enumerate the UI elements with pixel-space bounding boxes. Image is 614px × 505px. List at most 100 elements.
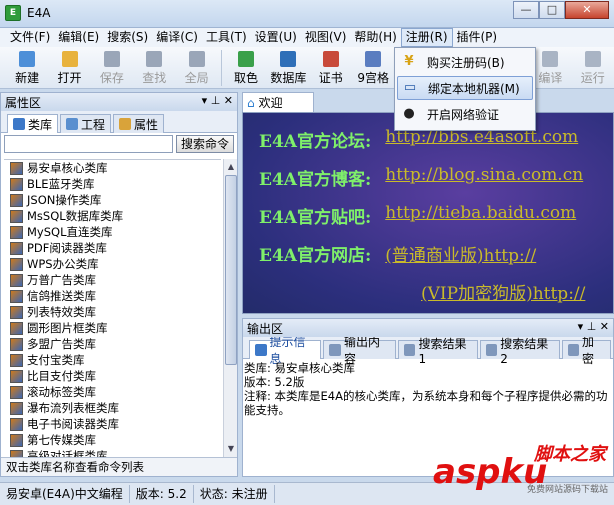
toolbar-button-0[interactable]: 新建 [6,47,48,89]
library-item-icon [10,417,23,431]
toolbar-button-4[interactable]: 全局 [176,47,218,89]
library-list-item[interactable]: 易安卓核心类库 [4,160,221,176]
toolbar-label: 新建 [15,70,40,85]
tab-properties-label: 属性 [134,117,159,132]
toolbar-button-2[interactable]: 保存 [91,47,133,89]
toolbar-button-5[interactable]: 取色 [225,47,267,89]
menu-register[interactable]: 注册(R) [400,28,453,47]
welcome-link[interactable]: http://tieba.baidu.com [385,203,576,229]
minimize-button[interactable]: — [513,1,539,19]
pane-pin-controls[interactable]: ▾ ⊥ ✕ [202,94,233,107]
library-scrollbar[interactable]: ▲ ▼ [223,159,237,457]
menu-help[interactable]: 帮助(H) [350,28,400,47]
output-tab-icon [485,344,498,356]
library-list-item[interactable]: 电子书阅读器类库 [4,416,221,432]
save-icon [103,50,120,67]
library-item-icon [10,225,23,239]
menu-settings[interactable]: 设置(U) [251,28,301,47]
status-registration: 状态: 未注册 [194,485,275,503]
library-list-item[interactable]: 多盟广告类库 [4,336,221,352]
property-pane-hint: 双击类库名称查看命令列表 [1,457,237,476]
scroll-thumb[interactable] [225,175,237,365]
menu-plugins[interactable]: 插件(P) [453,28,502,47]
library-item-label: 易安卓核心类库 [27,161,108,175]
toolbar-button-8[interactable]: 9宫格 [352,47,394,89]
library-item-label: 圆形图片框类库 [27,321,108,335]
library-list-item[interactable]: 信鸽推送类库 [4,288,221,304]
library-item-icon [10,449,23,457]
qq-penguin-icon: ● [403,106,415,121]
welcome-link-row: E4A官方贴吧: http://tieba.baidu.com [259,203,576,229]
output-text: 类库: 易安卓核心类库 版本: 5.2版 注释: 本类库是E4A的核心类库，为系统本… [243,359,613,419]
welcome-link[interactable]: (普通商业版)http:// [385,241,536,267]
toolbar-button-1[interactable]: 打开 [48,47,90,89]
toolbar-right-button-1[interactable]: 运行 [572,47,614,89]
tab-welcome[interactable]: ⌂ 欢迎 [242,92,314,112]
tab-project[interactable]: 工程 [60,114,112,133]
library-list-item[interactable]: WPS办公类库 [4,256,221,272]
library-list-item[interactable]: MsSQL数据库类库 [4,208,221,224]
toolbar-label: 编译 [538,70,563,85]
library-item-label: MsSQL数据库类库 [27,209,124,223]
tab-libraries[interactable]: 类库 [7,114,59,133]
menu-tools[interactable]: 工具(T) [202,28,251,47]
output-tab[interactable]: 搜索结果2 [479,337,560,366]
maximize-button[interactable]: □ [539,1,565,19]
run-icon [584,50,601,67]
welcome-link[interactable]: http://blog.sina.com.cn [385,165,583,191]
close-button[interactable]: ✕ [565,1,609,19]
output-tab-label: 加密 [582,335,595,366]
library-list-item[interactable]: 支付宝类库 [4,352,221,368]
library-list-item[interactable]: BLE蓝牙类库 [4,176,221,192]
library-item-icon [10,385,23,399]
scroll-down-icon[interactable]: ▼ [225,442,237,456]
tab-properties[interactable]: 属性 [113,114,165,133]
buy-license-menu-item[interactable]: ¥ 购买注册码(B) [397,50,533,74]
scroll-up-icon[interactable]: ▲ [225,160,237,174]
library-list-item[interactable]: 瀑布流列表框类库 [4,400,221,416]
menu-compile[interactable]: 编译(C) [152,28,202,47]
library-list-item[interactable]: 高级对话框类库 [4,448,221,457]
library-list-item[interactable]: JSON操作类库 [4,192,221,208]
watermark-caption: 免费网站源码下载站 [526,485,608,495]
library-list-item[interactable]: MySQL直连类库 [4,224,221,240]
toolbar-button-7[interactable]: 证书 [310,47,352,89]
menu-edit[interactable]: 编辑(E) [54,28,103,47]
menu-search[interactable]: 搜索(S) [103,28,152,47]
network-verify-menu-item[interactable]: ● 开启网络验证 [397,102,533,126]
welcome-link-label: E4A官方论坛: [259,132,372,152]
output-tab[interactable]: 输出内容 [323,335,396,366]
tab-welcome-label: 欢迎 [258,96,283,110]
search-command-button[interactable]: 搜索命令 [175,135,234,153]
toolbar-button-3[interactable]: 查找 [133,47,175,89]
output-tab[interactable]: 加密 [561,335,612,366]
menu-file[interactable]: 文件(F) [6,28,54,47]
library-list-item[interactable]: 比目支付类库 [4,368,221,384]
tab-libraries-label: 类库 [28,117,53,132]
output-pane-header: 输出区 ▾ ⊥ ✕ [243,319,613,337]
menu-view[interactable]: 视图(V) [301,28,351,47]
library-item-label: MySQL直连类库 [27,225,113,239]
library-list-item[interactable]: 列表特效类库 [4,304,221,320]
library-list-item[interactable]: PDF阅读器类库 [4,240,221,256]
network-verify-label: 开启网络验证 [427,107,500,122]
output-pin-controls[interactable]: ▾ ⊥ ✕ [578,320,609,333]
bind-machine-label: 绑定本地机器(M) [428,81,520,96]
library-list-item[interactable]: 第七传媒类库 [4,432,221,448]
library-item-icon [10,401,23,415]
welcome-link-label [259,279,407,305]
command-search-input[interactable] [4,135,173,153]
toolbar-label: 打开 [57,70,82,85]
welcome-link[interactable]: (VIP加密狗版)http:// [421,279,585,305]
toolbar-button-6[interactable]: 数据库 [267,47,309,89]
library-item-label: JSON操作类库 [27,193,102,207]
library-item-label: BLE蓝牙类库 [27,177,95,191]
computer-icon: ▭ [403,80,417,95]
output-tab[interactable]: 提示信息 [249,335,322,366]
output-tab[interactable]: 搜索结果1 [397,337,478,366]
library-list-item[interactable]: 圆形图片框类库 [4,320,221,336]
register-dropdown-menu: ¥ 购买注册码(B) ▭ 绑定本地机器(M) ● 开启网络验证 [394,47,536,131]
library-list-item[interactable]: 滚动标签类库 [4,384,221,400]
library-list-item[interactable]: 万普广告类库 [4,272,221,288]
bind-machine-menu-item[interactable]: ▭ 绑定本地机器(M) [397,76,533,100]
